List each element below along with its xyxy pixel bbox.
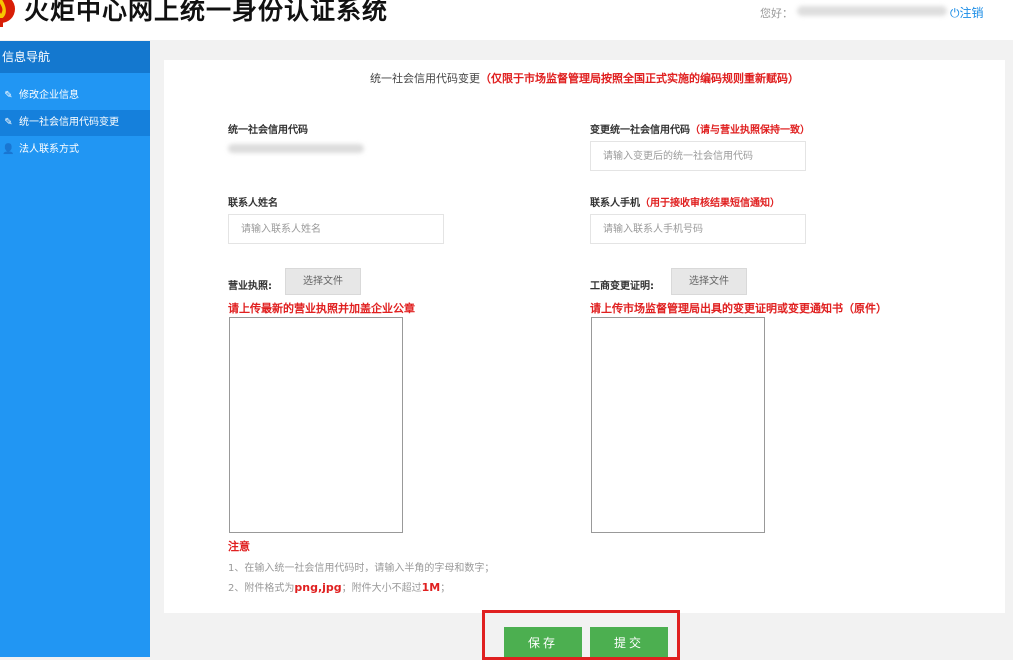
notes-title: 注意 [228,540,250,553]
note-line-2-prefix: 2、附件格式为 [228,583,295,594]
new-code-label: 变更统一社会信用代码（请与营业执照保持一致） [590,121,810,136]
credit-code-value-masked [228,144,364,153]
new-code-label-text: 变更统一社会信用代码 [590,125,690,136]
note-size: 1M [421,581,441,594]
contact-phone-label: 联系人手机（用于接收审核结果短信通知） [590,194,780,209]
license-preview-box [229,317,403,533]
power-icon: ⏻ [950,6,960,20]
note-format: png,jpg [294,581,342,594]
torch-logo-icon [0,0,15,27]
change-cert-file-button[interactable]: 选择文件 [671,268,747,295]
sidebar-item-edit-company[interactable]: ✎ 修改企业信息 [0,83,150,109]
license-label: 营业执照: [228,281,272,292]
save-button[interactable]: 保存 [504,627,582,657]
form-heading: 统一社会信用代码变更（仅限于市场监督管理局按照全国正式实施的编码规则重新赋码） [164,70,1005,86]
note-line-2-middle: ；附件大小不超过 [341,583,422,594]
note-line-2-suffix: ； [440,583,451,594]
contact-name-label: 联系人姓名 [228,198,278,209]
form-title-note: （仅限于市场监督管理局按照全国正式实施的编码规则重新赋码） [480,72,799,85]
license-file-button[interactable]: 选择文件 [285,268,361,295]
change-cert-preview-box [591,317,765,533]
logout-label: 注销 [959,6,984,20]
greeting-label: 您好： [760,7,793,20]
note-line-2: 2、附件格式为png,jpg；附件大小不超过1M； [228,579,450,594]
sidebar-title: 信息导航 [0,41,150,73]
header: 火炬中心网上统一身份认证系统 您好： ⏻注销 [0,0,1013,40]
user-icon: 👤 [2,144,15,155]
change-cert-label: 工商变更证明: [590,281,654,292]
form-panel: 统一社会信用代码变更（仅限于市场监督管理局按照全国正式实施的编码规则重新赋码） … [164,60,1005,613]
sidebar-item-label: 修改企业信息 [19,90,79,101]
contact-phone-note: （用于接收审核结果短信通知） [640,198,780,209]
sidebar-item-label: 法人联系方式 [19,144,79,155]
edit-icon: ✎ [4,90,13,101]
logout-link[interactable]: ⏻注销 [950,4,984,21]
contact-phone-input[interactable] [590,214,806,244]
contact-phone-label-text: 联系人手机 [590,198,640,209]
new-code-note: （请与营业执照保持一致） [690,125,810,136]
change-cert-hint: 请上传市场监督管理局出具的变更证明或变更通知书（原件） [590,302,887,315]
app-title: 火炬中心网上统一身份认证系统 [24,0,389,25]
submit-button[interactable]: 提交 [590,627,668,657]
sidebar: 信息导航 ✎ 修改企业信息 ✎ 统一社会信用代码变更 👤 法人联系方式 [0,41,150,657]
username-masked [797,6,947,16]
new-code-input[interactable] [590,141,806,171]
credit-code-label: 统一社会信用代码 [228,125,308,136]
edit-icon: ✎ [4,117,13,128]
sidebar-item-legal-contact[interactable]: 👤 法人联系方式 [0,137,150,163]
sidebar-item-label: 统一社会信用代码变更 [19,117,119,128]
form-title: 统一社会信用代码变更 [370,72,480,85]
note-line-1: 1、在输入统一社会信用代码时，请输入半角的字母和数字； [228,563,495,574]
contact-name-input[interactable] [228,214,444,244]
license-hint: 请上传最新的营业执照并加盖企业公章 [228,302,415,315]
sidebar-item-credit-code-change[interactable]: ✎ 统一社会信用代码变更 [0,110,150,136]
